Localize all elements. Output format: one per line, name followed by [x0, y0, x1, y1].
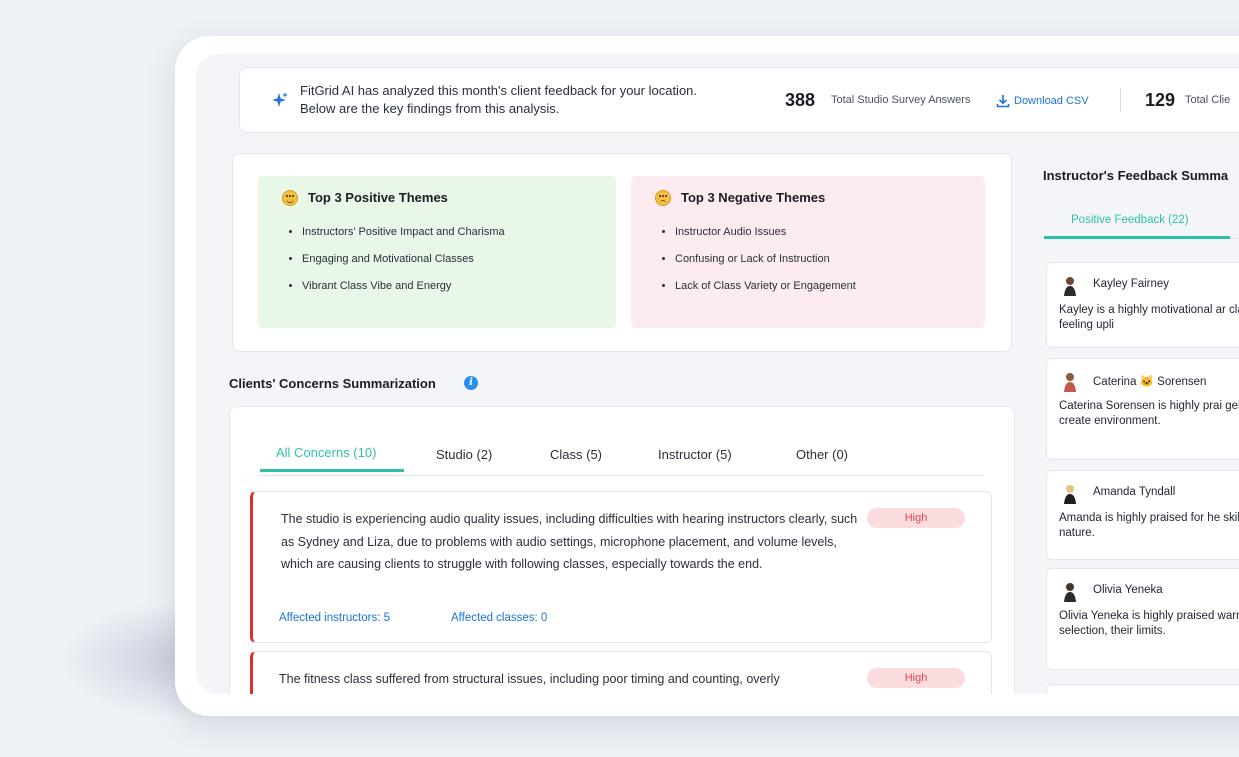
instructor-summary: Amanda is highly praised for he skills, …	[1059, 512, 1239, 539]
tab-divider	[1230, 238, 1239, 239]
info-icon[interactable]: i	[464, 376, 478, 390]
negative-themes-title: Top 3 Negative Themes	[681, 190, 826, 205]
tab-class[interactable]: Class (5)	[550, 447, 602, 462]
concern-card[interactable]: The fitness class suffered from structur…	[250, 651, 992, 694]
smile-emoji-icon	[282, 190, 298, 206]
instructor-card[interactable]: Kayley Fairney Kayley is a highly motiva…	[1046, 262, 1239, 348]
header-divider	[1120, 88, 1121, 112]
concern-tabs: All Concerns (10) Studio (2) Class (5) I…	[260, 445, 984, 476]
concern-card[interactable]: The studio is experiencing audio quality…	[250, 491, 992, 643]
ai-summary-message: FitGrid AI has analyzed this month's cli…	[300, 83, 698, 116]
survey-answers-count: 388	[785, 90, 816, 110]
instructor-card[interactable]: Caterina 🐱 Sorensen Caterina Sorensen is…	[1046, 358, 1239, 460]
instructor-name: Amanda Tyndall	[1093, 486, 1176, 498]
tab-studio[interactable]: Studio (2)	[436, 447, 492, 462]
tab-other[interactable]: Other (0)	[796, 447, 848, 462]
instructor-feedback-title: Instructor's Feedback Summa	[1043, 168, 1229, 183]
list-item: Engaging and Motivational Classes	[302, 253, 505, 265]
instructor-name: Kayley Fairney	[1093, 278, 1170, 290]
total-clients-count: 129	[1145, 90, 1176, 110]
instructor-name: Caterina 🐱 Sorensen	[1093, 376, 1207, 388]
negative-themes-box: Top 3 Negative Themes Instructor Audio I…	[631, 176, 985, 328]
tab-instructor[interactable]: Instructor (5)	[658, 447, 732, 462]
concerns-title: Clients' Concerns Summarization	[229, 376, 436, 391]
themes-card: Top 3 Positive Themes Instructors' Posit…	[232, 153, 1012, 352]
concern-text: The studio is experiencing audio quality…	[281, 512, 858, 571]
negative-themes-list: Instructor Audio Issues Confusing or Lac…	[659, 226, 856, 307]
avatar	[1064, 485, 1076, 504]
app-screen: FitGrid AI has analyzed this month's cli…	[196, 54, 1239, 694]
affected-instructors-link[interactable]: Affected instructors: 5	[279, 612, 390, 624]
sparkle-icon	[272, 92, 288, 107]
list-item: Instructor Audio Issues	[675, 226, 856, 238]
survey-answers-label: Total Studio Survey Answers	[831, 94, 971, 106]
instructor-summary: Kayley is a highly motivational ar class…	[1059, 304, 1239, 331]
positive-themes-title: Top 3 Positive Themes	[308, 190, 448, 205]
positive-themes-list: Instructors' Positive Impact and Charism…	[286, 226, 505, 307]
instructor-summary: Caterina Sorensen is highly prai generos…	[1059, 400, 1239, 427]
sad-emoji-icon	[655, 190, 671, 206]
avatar	[1064, 277, 1076, 296]
severity-badge: High	[867, 668, 965, 688]
avatar	[1064, 583, 1076, 602]
tab-positive-feedback[interactable]: Positive Feedback (22)	[1071, 214, 1189, 226]
tab-all-concerns[interactable]: All Concerns (10)	[276, 445, 376, 460]
severity-badge: High	[867, 508, 965, 528]
concern-text: The fitness class suffered from structur…	[279, 672, 780, 686]
instructor-card[interactable]	[1046, 684, 1239, 694]
active-tab-underline	[260, 469, 404, 472]
affected-classes-link[interactable]: Affected classes: 0	[451, 612, 547, 624]
active-tab-underline	[1044, 236, 1230, 239]
instructor-summary: Olivia Yeneka is highly praised warm ene…	[1059, 610, 1239, 637]
list-item: Vibrant Class Vibe and Energy	[302, 280, 505, 292]
instructor-name: Olivia Yeneka	[1093, 584, 1163, 596]
concerns-card: All Concerns (10) Studio (2) Class (5) I…	[229, 406, 1015, 694]
download-icon	[996, 95, 1010, 108]
list-item: Instructors' Positive Impact and Charism…	[302, 226, 505, 238]
total-clients-label: Total Clie	[1185, 94, 1231, 106]
positive-themes-box: Top 3 Positive Themes Instructors' Posit…	[258, 176, 616, 328]
download-csv-label: Download CSV	[1014, 95, 1089, 107]
list-item: Lack of Class Variety or Engagement	[675, 280, 856, 292]
instructor-card[interactable]: Amanda Tyndall Amanda is highly praised …	[1046, 470, 1239, 560]
download-csv-link[interactable]: Download CSV	[996, 94, 1089, 108]
avatar	[1064, 373, 1076, 392]
list-item: Confusing or Lack of Instruction	[675, 253, 856, 265]
instructor-card[interactable]: Olivia Yeneka Olivia Yeneka is highly pr…	[1046, 568, 1239, 670]
ai-summary-header: FitGrid AI has analyzed this month's cli…	[239, 67, 1239, 133]
